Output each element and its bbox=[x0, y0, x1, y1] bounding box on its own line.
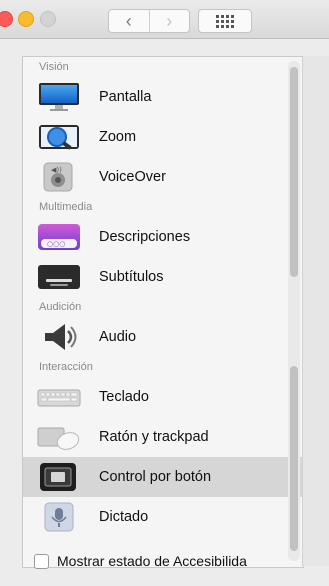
sidebar-item-label: Teclado bbox=[99, 389, 149, 405]
section-header-interaccion: Interacción bbox=[39, 361, 93, 373]
speaker-icon bbox=[37, 322, 81, 352]
voiceover-icon: ◀)) bbox=[37, 162, 81, 192]
microphone-icon bbox=[37, 502, 81, 532]
section-header-vision: Visión bbox=[39, 61, 69, 73]
zoom-icon bbox=[37, 122, 81, 152]
show-status-checkbox[interactable] bbox=[34, 553, 49, 569]
sidebar-item-control-por-boton[interactable]: Control por botón bbox=[23, 457, 303, 497]
sidebar-item-dictado[interactable]: Dictado bbox=[23, 497, 303, 537]
sidebar-item-descripciones[interactable]: ○○○ Descripciones bbox=[23, 217, 303, 257]
sidebar-item-voiceover[interactable]: ◀)) VoiceOver bbox=[23, 157, 303, 197]
sidebar-item-label: Pantalla bbox=[99, 89, 152, 105]
sidebar-item-teclado[interactable]: Teclado bbox=[23, 377, 303, 417]
scrollbar-thumb-bottom[interactable] bbox=[290, 366, 298, 551]
svg-text:○○○: ○○○ bbox=[47, 240, 65, 248]
accessibility-sidebar[interactable]: Visión Pantalla Zoom ◀)) VoiceOver Multi… bbox=[22, 56, 304, 568]
sidebar-item-label: VoiceOver bbox=[99, 169, 166, 185]
sidebar-item-label: Zoom bbox=[99, 129, 137, 145]
sidebar-item-subtitulos[interactable]: Subtítulos bbox=[23, 257, 303, 297]
sidebar-item-pantalla[interactable]: Pantalla bbox=[23, 77, 303, 117]
checkbox-label: Mostrar estado de Accesibilida bbox=[57, 553, 247, 569]
grid-icon bbox=[216, 14, 234, 28]
sidebar-item-audio[interactable]: Audio bbox=[23, 317, 303, 357]
sidebar-item-label: Audio bbox=[99, 329, 137, 345]
section-header-multimedia: Multimedia bbox=[39, 201, 93, 213]
back-button[interactable]: ‹ bbox=[109, 10, 149, 32]
sidebar-item-label: Dictado bbox=[99, 509, 149, 525]
sidebar-item-label: Ratón y trackpad bbox=[99, 429, 209, 445]
sidebar-item-label: Subtítulos bbox=[99, 269, 164, 285]
forward-button[interactable]: › bbox=[148, 10, 190, 32]
navigation-buttons: ‹ › bbox=[108, 9, 190, 33]
svg-text:◀)): ◀)) bbox=[51, 166, 62, 174]
sidebar-item-raton-trackpad[interactable]: Ratón y trackpad bbox=[23, 417, 303, 457]
window-toolbar: ‹ › bbox=[0, 0, 329, 39]
section-header-audicion: Audición bbox=[39, 301, 82, 313]
show-accessibility-status-option[interactable]: Mostrar estado de Accesibilida bbox=[34, 553, 247, 569]
scrollbar-thumb-top[interactable] bbox=[290, 67, 298, 277]
sidebar-item-zoom[interactable]: Zoom bbox=[23, 117, 303, 157]
mouse-trackpad-icon bbox=[37, 422, 81, 452]
close-window-button[interactable] bbox=[0, 11, 13, 27]
sidebar-item-label: Control por botón bbox=[99, 469, 212, 485]
descriptions-icon: ○○○ bbox=[37, 222, 81, 252]
show-all-button[interactable] bbox=[198, 9, 252, 33]
keyboard-icon bbox=[37, 382, 81, 412]
subtitles-icon bbox=[37, 262, 81, 292]
display-icon bbox=[37, 82, 81, 112]
sidebar-scrollbar[interactable] bbox=[288, 61, 300, 561]
zoom-window-button[interactable] bbox=[40, 11, 56, 27]
content-pane-edge bbox=[302, 56, 329, 566]
minimize-window-button[interactable] bbox=[18, 11, 34, 27]
switch-control-icon bbox=[37, 462, 81, 492]
sidebar-item-label: Descripciones bbox=[99, 229, 191, 245]
